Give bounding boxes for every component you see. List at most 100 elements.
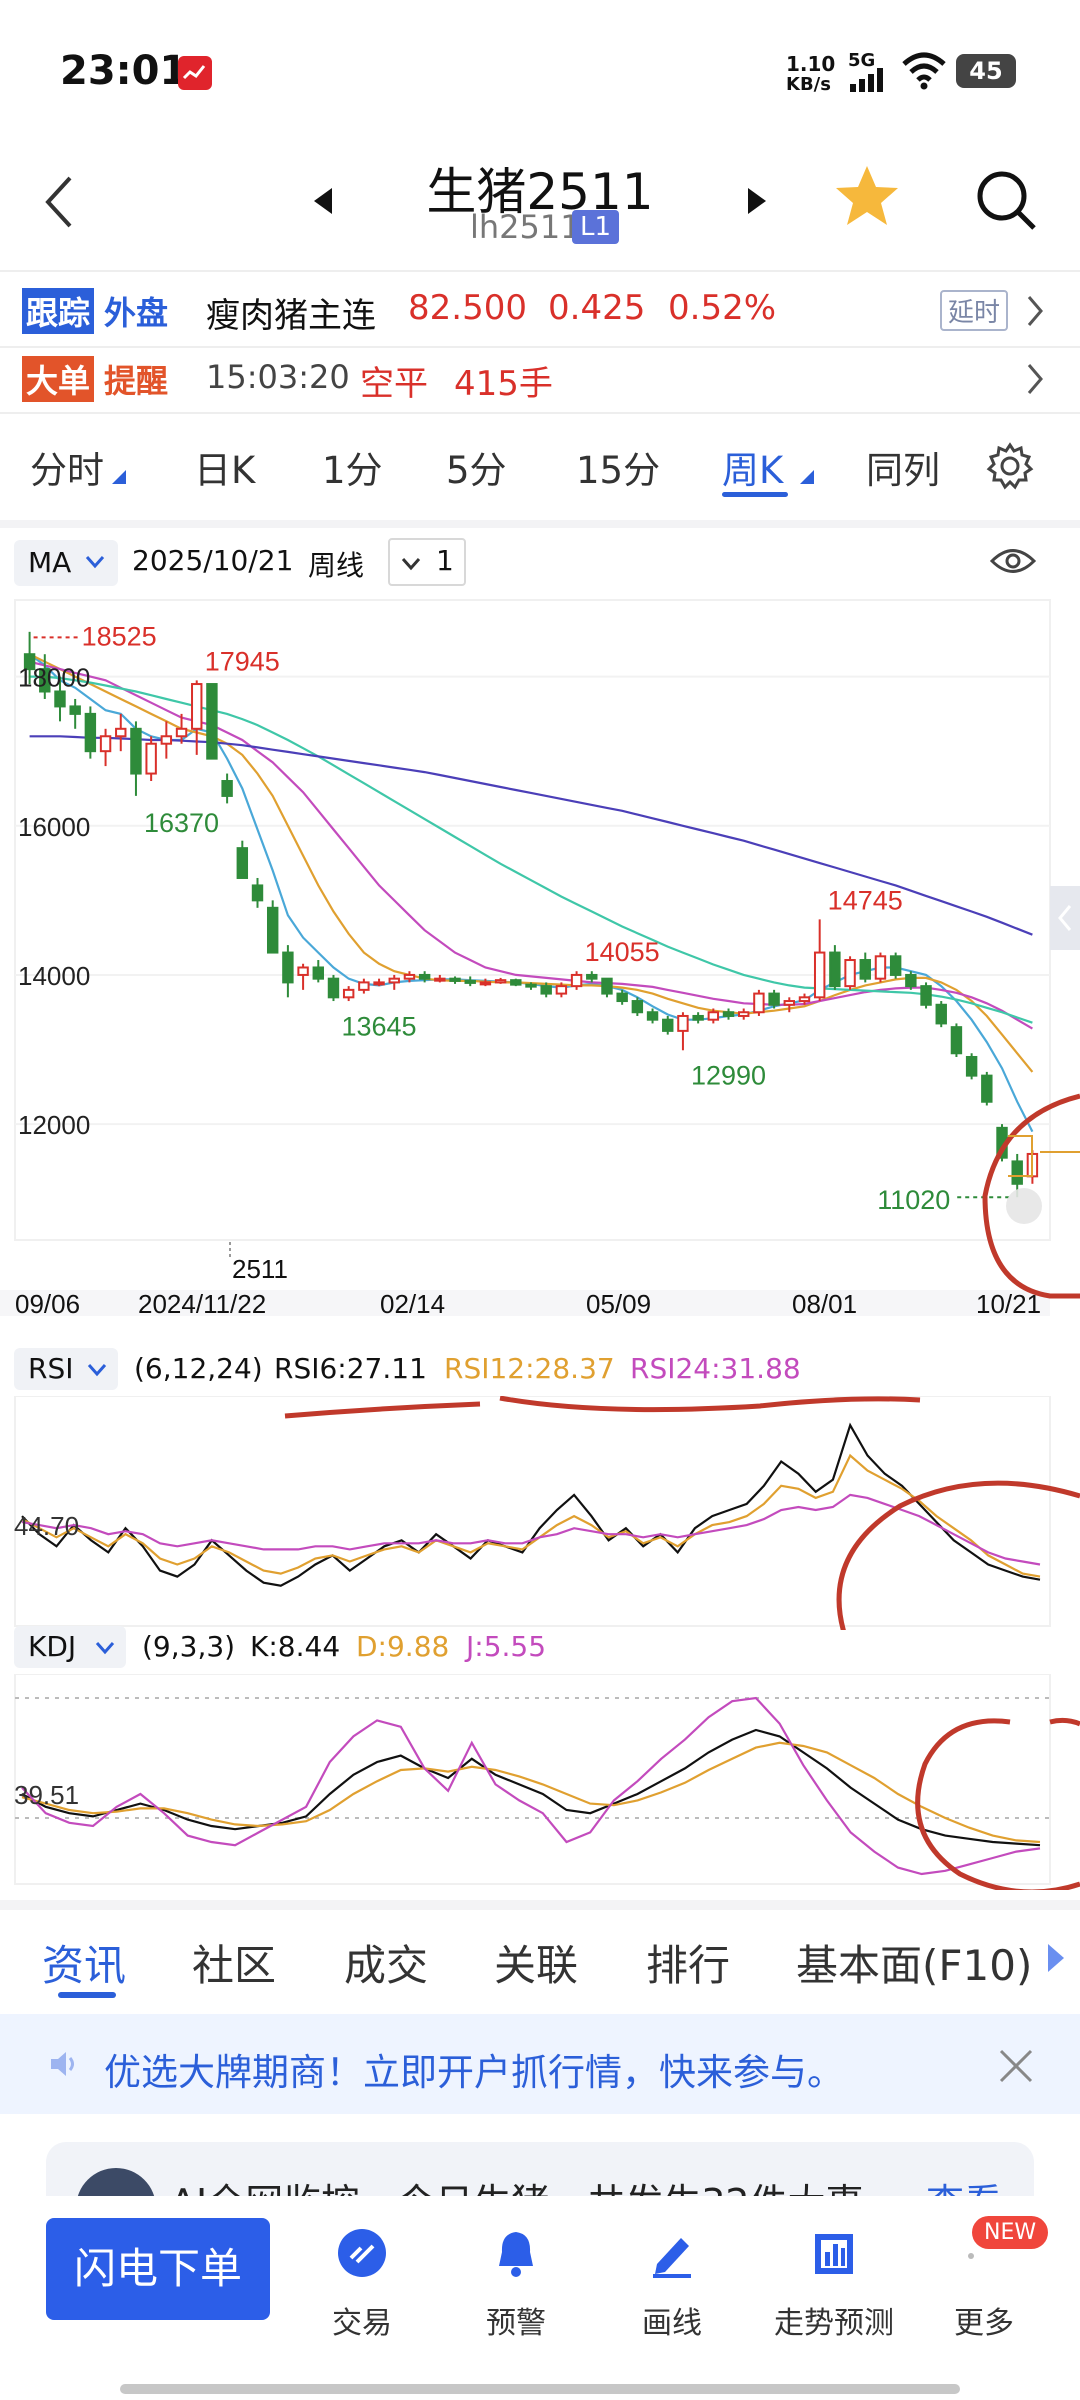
price-annotation: 18525 bbox=[82, 621, 157, 651]
candle-body bbox=[981, 1074, 993, 1103]
tab-dropdown-indicator bbox=[800, 470, 814, 484]
speed-unit: KB/s bbox=[786, 74, 831, 95]
candle-body bbox=[905, 973, 917, 988]
close-icon[interactable] bbox=[998, 2048, 1034, 2088]
gear-icon[interactable] bbox=[986, 442, 1034, 499]
ma-selector[interactable]: MA bbox=[14, 540, 118, 586]
chevron-right-icon[interactable] bbox=[1048, 1944, 1064, 1972]
period-tabs: 分时 日K 1分 5分 15分 周K 同列 bbox=[0, 430, 1080, 510]
candle-body bbox=[798, 996, 811, 1003]
big-order-time: 15:03:20 bbox=[206, 358, 350, 396]
candle-body bbox=[859, 959, 871, 980]
candle-body bbox=[327, 977, 340, 999]
price-annotation: 17945 bbox=[205, 647, 280, 677]
nav-draw[interactable]: 画线 bbox=[622, 2226, 722, 2342]
tab-news[interactable]: 资讯 bbox=[42, 1932, 126, 1993]
rsi-chart[interactable]: 44.70 bbox=[0, 1396, 1080, 1630]
candle-body bbox=[282, 951, 294, 984]
tab-fundamentals[interactable]: 基本面(F10) bbox=[796, 1932, 1032, 1993]
chart-header: MA 2025/10/21 周线 1 bbox=[0, 530, 1080, 594]
foreign-badge: 外盘 bbox=[104, 294, 169, 332]
nav-forecast[interactable]: 走势预测 bbox=[764, 2226, 904, 2342]
candle-body bbox=[707, 1011, 720, 1021]
chart-period: 周线 bbox=[308, 549, 365, 582]
candle-body bbox=[312, 966, 324, 980]
nav-more-label: 更多 bbox=[954, 2306, 1014, 2341]
tab-15min[interactable]: 15分 bbox=[576, 440, 660, 494]
candle-body bbox=[494, 979, 507, 984]
status-bar: 23:01 1.10 KB/s 5G 45 bbox=[0, 0, 1080, 140]
candle-body bbox=[874, 955, 887, 980]
candle-body bbox=[251, 884, 264, 902]
contract-code: lh2511 bbox=[470, 208, 581, 246]
candle-body bbox=[829, 951, 841, 988]
nav-alert[interactable]: 预警 bbox=[466, 2226, 566, 2342]
foreign-name: 瘦肉猪主连 bbox=[206, 296, 376, 336]
ticker-divider bbox=[0, 412, 1080, 414]
tab-community[interactable]: 社区 bbox=[192, 1932, 276, 1993]
promo-text: 优选大牌期商！立即开户抓行情，快来参与。 bbox=[104, 2051, 844, 2094]
chart-frame bbox=[14, 599, 1051, 1241]
quick-order-label: 闪电下单 bbox=[73, 2244, 242, 2293]
candle-body bbox=[768, 992, 780, 1006]
count-selector[interactable]: 1 bbox=[388, 538, 466, 586]
new-badge: NEW bbox=[972, 2216, 1049, 2249]
price-annotation: 11020 bbox=[877, 1185, 950, 1215]
rsi-selector-label: RSI bbox=[28, 1352, 74, 1385]
candle-body bbox=[99, 735, 112, 753]
candle-body bbox=[540, 985, 552, 995]
prev-contract-icon[interactable] bbox=[312, 186, 334, 220]
search-icon[interactable] bbox=[974, 168, 1038, 236]
candle-body bbox=[54, 690, 66, 708]
y-tick-label: 14000 bbox=[18, 961, 90, 991]
foreign-pct: 0.52% bbox=[668, 288, 777, 328]
candle-body bbox=[115, 727, 127, 738]
kdj-chart[interactable]: 39.51 bbox=[0, 1674, 1080, 1890]
tab-5min[interactable]: 5分 bbox=[446, 440, 507, 494]
kdj-header: KDJ (9,3,3) K:8.44 D:9.88 J:5.55 bbox=[0, 1624, 1080, 1674]
content-tabs: 资讯 社区 成交 关联 排行 基本面(F10) bbox=[0, 1920, 1080, 2010]
candle-body bbox=[783, 1000, 796, 1006]
big-order-row[interactable]: 大单 提醒 15:03:20 空平 415手 bbox=[0, 350, 1080, 410]
y-tick-label: 12000 bbox=[18, 1110, 90, 1140]
quick-order-button[interactable]: 闪电下单 bbox=[46, 2218, 270, 2320]
price-annotation: 12990 bbox=[691, 1060, 766, 1090]
status-time: 23:01 bbox=[60, 48, 188, 94]
battery-icon: 45 bbox=[956, 54, 1016, 88]
favorite-star-icon[interactable] bbox=[834, 164, 900, 232]
rsi-selector[interactable]: RSI bbox=[14, 1348, 118, 1390]
tab-same-column[interactable]: 同列 bbox=[866, 440, 940, 494]
tab-1min[interactable]: 1分 bbox=[322, 440, 383, 494]
foreign-market-row[interactable]: 跟踪 外盘 瘦肉猪主连 82.500 0.425 0.52% 延时 bbox=[0, 282, 1080, 342]
candle-body bbox=[920, 985, 932, 1006]
next-contract-icon[interactable] bbox=[746, 186, 768, 220]
candle-body bbox=[1011, 1160, 1023, 1185]
active-tab-underline bbox=[722, 492, 788, 497]
chevron-right-icon bbox=[1026, 362, 1044, 400]
speed-value: 1.10 bbox=[786, 52, 836, 76]
nav-trade[interactable]: 交易 bbox=[312, 2226, 412, 2342]
tab-timeshare[interactable]: 分时 bbox=[30, 440, 104, 494]
kdj-selector[interactable]: KDJ bbox=[14, 1626, 126, 1668]
candle-body bbox=[297, 966, 309, 976]
candle-body bbox=[510, 979, 522, 986]
kdj-k-value: K:8.44 bbox=[250, 1630, 341, 1663]
candlestick-chart[interactable]: 18000 16000 14000 12000 18525 17945 16370 1364… bbox=[0, 596, 1080, 1316]
speaker-icon bbox=[48, 2048, 80, 2084]
candle-body bbox=[646, 1011, 659, 1021]
tab-trades[interactable]: 成交 bbox=[344, 1932, 428, 1993]
tab-daily[interactable]: 日K bbox=[194, 440, 255, 494]
tab-weekly[interactable]: 周K bbox=[722, 440, 783, 494]
back-icon[interactable] bbox=[44, 172, 74, 236]
level-badge: L1 bbox=[572, 210, 620, 244]
tab-related[interactable]: 关联 bbox=[494, 1932, 578, 1993]
promo-bar[interactable]: 优选大牌期商！立即开户抓行情，快来参与。 bbox=[0, 2014, 1080, 2114]
eye-icon[interactable] bbox=[989, 544, 1037, 582]
tab-ranking[interactable]: 排行 bbox=[646, 1932, 730, 1993]
candle-body bbox=[373, 981, 385, 986]
x-tick-label: 2024/11/22 bbox=[138, 1289, 266, 1316]
big-order-badge: 大单 bbox=[22, 356, 95, 402]
candle-body bbox=[434, 977, 446, 982]
candle-body bbox=[464, 979, 476, 984]
bell-icon bbox=[499, 2232, 533, 2277]
